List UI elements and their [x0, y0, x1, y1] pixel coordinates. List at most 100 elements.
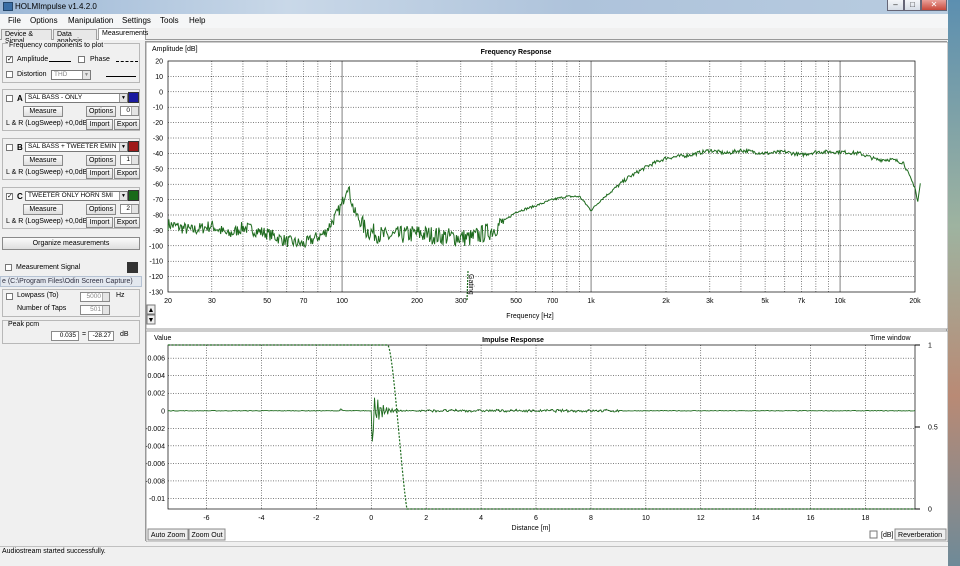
freq-x-tick-label: 30 — [208, 298, 216, 305]
channel-c-select[interactable]: TWEETER ONLY HORN SMI ▼ — [25, 191, 128, 201]
freq-x-tick-label: 70 — [300, 298, 308, 305]
status-text: Audiostream started successfully. — [2, 548, 106, 555]
left-panel: Frequency components to plot ✓ Amplitude… — [0, 40, 142, 540]
channel-c-measure-button[interactable]: Measure — [23, 204, 63, 215]
channel-b-color-swatch[interactable] — [128, 141, 139, 152]
impulse-y-tick-label: 0 — [161, 408, 165, 415]
distortion-checkbox[interactable] — [6, 71, 13, 78]
close-button[interactable]: ✕ — [921, 0, 947, 11]
distortion-select[interactable]: THD ▼ — [51, 70, 91, 80]
channel-b-options-button[interactable]: Options — [86, 155, 116, 166]
tab-measurements[interactable]: Measurements — [98, 28, 148, 40]
measurement-signal-checkbox[interactable] — [5, 264, 12, 271]
menu-file[interactable]: File — [8, 16, 21, 25]
channel-b-checkbox[interactable] — [6, 144, 13, 151]
freq-x-tick-label: 20 — [164, 298, 172, 305]
tab-strip: Device & Signal Data analysis Measuremen… — [0, 28, 960, 45]
distortion-line-style — [106, 76, 136, 77]
menu-tools[interactable]: Tools — [160, 16, 179, 25]
channel-c-checkbox[interactable]: ✓ — [6, 193, 13, 200]
freq-panel — [146, 42, 948, 330]
freq-x-tick-label: 1k — [587, 298, 595, 305]
tab-data-analysis[interactable]: Data analysis — [53, 29, 97, 45]
channel-b-measure-button[interactable]: Measure — [23, 155, 63, 166]
channel-a-select[interactable]: SAL BASS - ONLY ▼ — [25, 93, 128, 103]
channel-c-info: L & R (LogSweep) +0,0dB — [6, 218, 88, 225]
channel-c-spin[interactable]: 2 — [120, 204, 139, 214]
phase-checkbox[interactable] — [78, 56, 85, 63]
lowpass-group: Lowpass (To) 5000 Hz Number of Taps 501 — [2, 289, 140, 317]
impulse-x-tick-label: 8 — [589, 515, 593, 522]
title-bar[interactable]: HOLMImpulse v1.4.2.0 – □ ✕ — [0, 0, 960, 14]
channel-c-export-button[interactable]: Export — [114, 217, 140, 228]
phase-line-style — [116, 61, 138, 62]
peak-separator: = — [82, 331, 87, 338]
freq-y-tick-label: 0 — [159, 89, 163, 96]
menu-options[interactable]: Options — [30, 16, 58, 25]
organize-measurements-button[interactable]: Organize measurements — [2, 237, 140, 250]
channel-b-export-button[interactable]: Export — [114, 168, 140, 179]
channel-b-import-button[interactable]: Import — [86, 168, 113, 179]
channel-a-checkbox[interactable] — [6, 95, 13, 102]
channel-a-measure-button[interactable]: Measure — [23, 106, 63, 117]
impulse-y-tick-label: 0.002 — [147, 391, 165, 398]
channel-b-spin[interactable]: 1 — [120, 155, 139, 165]
channel-c-letter: C — [17, 192, 23, 201]
channel-a-options-button[interactable]: Options — [86, 106, 116, 117]
channel-a-spin[interactable]: 0 — [120, 106, 139, 116]
lowpass-checkbox[interactable] — [6, 293, 13, 300]
channel-a-color-swatch[interactable] — [128, 92, 139, 103]
freq-x-tick-label: 200 — [411, 298, 423, 305]
charts-area: Amplitude [dB] Frequency Response 20 10 0-… — [145, 41, 948, 542]
gating-marker-label: Gating — [467, 274, 474, 295]
taps-value-field[interactable]: 501 — [80, 305, 110, 315]
channel-a-export-button[interactable]: Export — [114, 119, 140, 130]
channel-b-select[interactable]: SAL BASS + TWEETER EMIN ▼ — [25, 142, 128, 152]
channel-a-info: L & R (LogSweep) +0,0dB — [6, 120, 88, 127]
freq-y-tick-label: -130 — [149, 290, 163, 297]
freq-y-tick-label: -70 — [153, 197, 163, 204]
menu-manipulation[interactable]: Manipulation — [68, 16, 113, 25]
tab-device-signal[interactable]: Device & Signal — [1, 29, 52, 45]
channel-c-color-swatch[interactable] — [128, 190, 139, 201]
charts-svg[interactable]: Amplitude [dB] Frequency Response 20100-… — [146, 42, 948, 542]
chevron-down-icon: ▼ — [119, 143, 127, 151]
maximize-button[interactable]: □ — [904, 0, 921, 11]
phase-label: Phase — [90, 56, 110, 63]
freq-x-tick-label: 3k — [706, 298, 714, 305]
peak-db-field[interactable]: -28.27 — [88, 331, 114, 341]
freq-y-tick-label: -40 — [153, 151, 163, 158]
app-window: HOLMImpulse v1.4.2.0 – □ ✕ File Options … — [0, 0, 960, 566]
impulse-x-tick-label: 6 — [534, 515, 538, 522]
measurement-signal-color-swatch[interactable] — [127, 262, 138, 273]
impulse-y-tick-label: -0.006 — [146, 461, 165, 468]
chevron-down-icon: ▼ — [148, 317, 155, 324]
lowpass-value-field[interactable]: 5000 — [80, 292, 110, 302]
minimize-button[interactable]: – — [887, 0, 904, 11]
distortion-label: Distortion — [17, 71, 47, 78]
chevron-up-icon: ▲ — [148, 307, 155, 314]
peak-value-field[interactable]: 0.035 — [51, 331, 79, 341]
channel-c-options-button[interactable]: Options — [86, 204, 116, 215]
frequency-components-title: Frequency components to plot — [8, 42, 105, 49]
time-window-tick-label: 0 — [928, 507, 932, 514]
amplitude-checkbox[interactable]: ✓ — [6, 56, 13, 63]
path-field[interactable]: e (C:\Program Files\Odin Screen Capture) — [0, 276, 142, 287]
time-window-tick-label: 0.5 — [928, 425, 938, 432]
menu-settings[interactable]: Settings — [122, 16, 151, 25]
desktop-background-strip — [948, 0, 960, 566]
scroll-arrows: ▲ ▼ — [146, 304, 156, 325]
channel-c-import-button[interactable]: Import — [86, 217, 113, 228]
channel-c-group: ✓ C TWEETER ONLY HORN SMI ▼ Measure Optio… — [2, 187, 140, 229]
impulse-x-tick-label: 16 — [807, 515, 815, 522]
frequency-components-group: Frequency components to plot ✓ Amplitude… — [2, 42, 140, 83]
channel-a-name: SAL BASS - ONLY — [28, 94, 83, 101]
freq-x-tick-label: 20k — [909, 298, 921, 305]
menu-help[interactable]: Help — [189, 16, 205, 25]
channel-a-letter: A — [17, 94, 23, 103]
db-checkbox[interactable] — [869, 530, 878, 539]
freq-y-tick-label: -100 — [149, 243, 163, 250]
impulse-y-tick-label: 0.004 — [147, 373, 165, 380]
channel-a-import-button[interactable]: Import — [86, 119, 113, 130]
impulse-y-tick-label: -0.01 — [149, 496, 165, 503]
